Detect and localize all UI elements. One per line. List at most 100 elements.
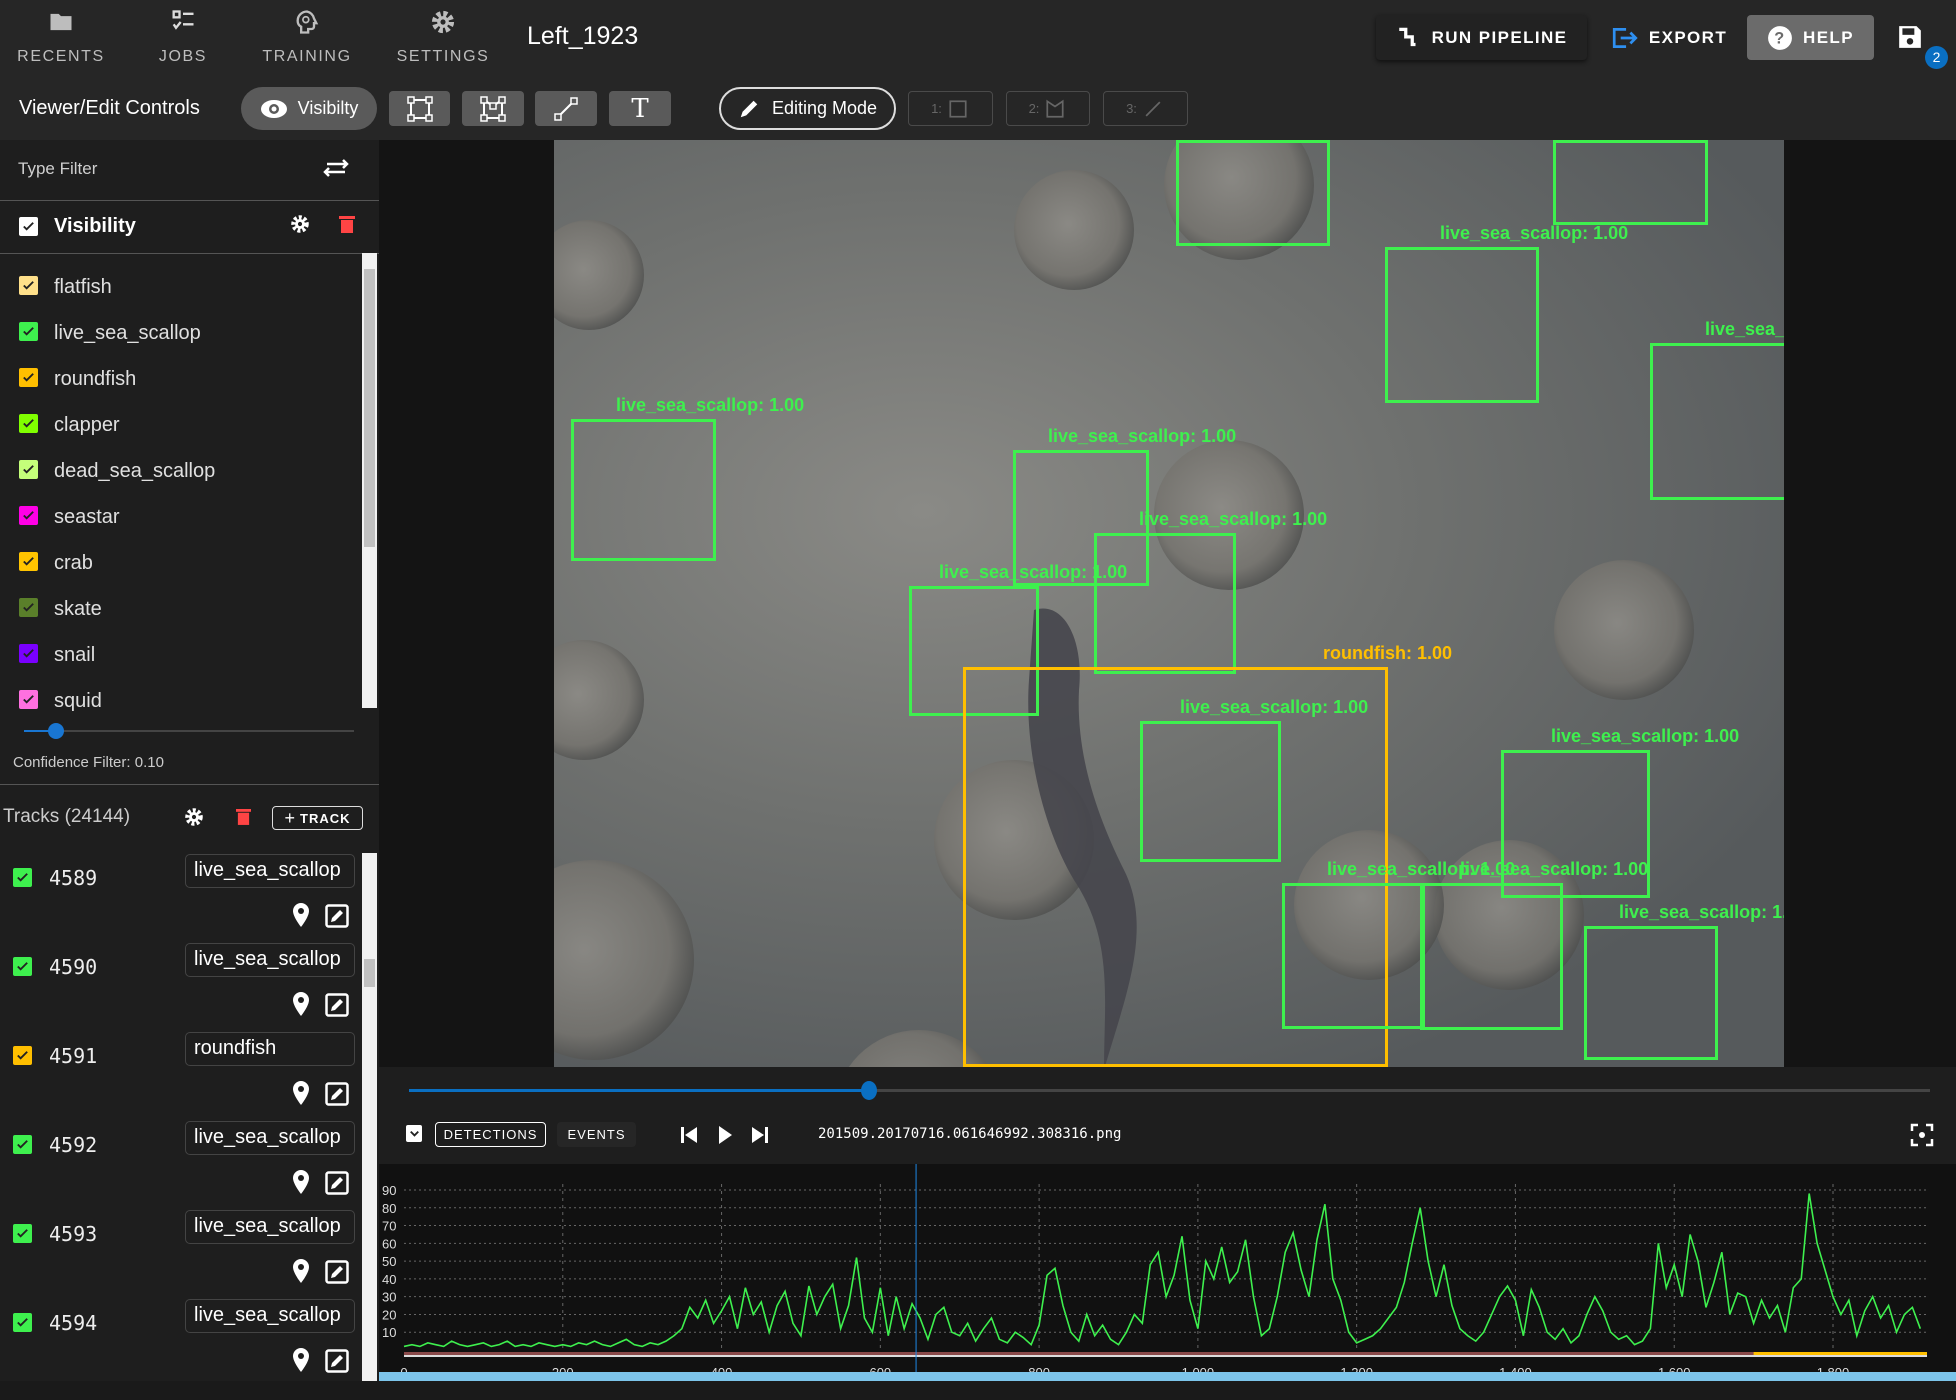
type-checkbox[interactable]: [19, 552, 38, 571]
edit-icon[interactable]: [325, 1260, 349, 1284]
edit-icon[interactable]: [325, 993, 349, 1017]
type-item-dead-sea-scallop[interactable]: dead_sea_scallop: [0, 452, 360, 492]
detection-box[interactable]: [1385, 247, 1539, 403]
detection-box[interactable]: [1584, 926, 1718, 1060]
type-item-live-sea-scallop[interactable]: live_sea_scallop: [0, 314, 360, 354]
help-button[interactable]: ? HELP: [1747, 15, 1874, 60]
editing-mode-button[interactable]: Editing Mode: [719, 87, 896, 130]
tab-detections[interactable]: DETECTIONS: [435, 1122, 546, 1147]
track-type-input[interactable]: live_sea_scallop: [185, 1210, 355, 1244]
type-item-roundfish[interactable]: roundfish: [0, 360, 360, 400]
type-item-skate[interactable]: skate: [0, 590, 360, 630]
track-row[interactable]: 4591 roundfish: [0, 1032, 360, 1133]
type-list-scrollbar[interactable]: [362, 253, 377, 708]
detection-box[interactable]: [1140, 721, 1281, 862]
polygon-tool-button[interactable]: [462, 91, 524, 126]
swap-icon[interactable]: [323, 158, 349, 178]
track-row[interactable]: 4593 live_sea_scallop: [0, 1210, 360, 1311]
edit-icon[interactable]: [325, 1082, 349, 1106]
edit-icon[interactable]: [325, 1171, 349, 1195]
type-item-flatfish[interactable]: flatfish: [0, 268, 360, 308]
track-checkbox[interactable]: [13, 1313, 32, 1332]
detection-box[interactable]: [1176, 140, 1330, 246]
rectangle-tool-button[interactable]: [389, 91, 450, 126]
location-pin-icon[interactable]: [292, 1080, 310, 1106]
image-viewer[interactable]: live_sea_scallop: 1.00 live_sea_scallop: …: [379, 140, 1956, 1067]
skip-next-icon[interactable]: [750, 1124, 770, 1146]
detection-box[interactable]: [1650, 343, 1784, 500]
type-item-clapper[interactable]: clapper: [0, 406, 360, 446]
location-pin-icon[interactable]: [292, 991, 310, 1017]
type-item-crab[interactable]: crab: [0, 544, 360, 584]
export-button[interactable]: EXPORT: [1609, 15, 1729, 60]
nav-settings[interactable]: SETTINGS: [388, 8, 498, 66]
type-checkbox[interactable]: [19, 322, 38, 341]
skip-previous-icon[interactable]: [679, 1124, 699, 1146]
detection-box[interactable]: [571, 419, 716, 561]
track-row[interactable]: 4590 live_sea_scallop: [0, 943, 360, 1044]
delete-icon[interactable]: [339, 214, 355, 234]
confidence-slider[interactable]: [24, 723, 354, 739]
play-icon[interactable]: [716, 1124, 734, 1146]
recent-type-1-button[interactable]: 1:: [908, 91, 993, 126]
save-icon[interactable]: [1897, 24, 1923, 50]
detection-box[interactable]: [1094, 533, 1236, 674]
frame-slider[interactable]: [409, 1081, 1930, 1100]
track-checkbox[interactable]: [13, 957, 32, 976]
edit-icon[interactable]: [325, 1349, 349, 1373]
edit-icon[interactable]: [325, 904, 349, 928]
type-checkbox[interactable]: [19, 598, 38, 617]
line-tool-button[interactable]: [535, 91, 597, 126]
slider-thumb[interactable]: [48, 723, 64, 739]
track-checkbox[interactable]: [13, 1224, 32, 1243]
run-pipeline-button[interactable]: RUN PIPELINE: [1376, 15, 1587, 60]
detection-box[interactable]: [1420, 883, 1563, 1030]
add-track-button[interactable]: + TRACK: [272, 806, 363, 830]
type-checkbox[interactable]: [19, 644, 38, 663]
type-checkbox[interactable]: [19, 460, 38, 479]
recent-type-3-button[interactable]: 3:: [1103, 91, 1188, 126]
frame-image[interactable]: live_sea_scallop: 1.00 live_sea_scallop: …: [554, 140, 1784, 1067]
type-checkbox[interactable]: [19, 690, 38, 709]
timeline-collapse-toggle[interactable]: [406, 1125, 422, 1142]
nav-jobs[interactable]: JOBS: [128, 8, 238, 66]
timeline-scroll-bar[interactable]: [379, 1372, 1956, 1381]
track-type-input[interactable]: live_sea_scallop: [185, 854, 355, 888]
delete-tracks-icon[interactable]: [236, 807, 251, 826]
type-checkbox[interactable]: [19, 276, 38, 295]
type-item-snail[interactable]: snail: [0, 636, 360, 676]
track-row[interactable]: 4592 live_sea_scallop: [0, 1121, 360, 1222]
track-checkbox[interactable]: [13, 1046, 32, 1065]
track-type-input[interactable]: live_sea_scallop: [185, 943, 355, 977]
track-type-input[interactable]: live_sea_scallop: [185, 1121, 355, 1155]
location-pin-icon[interactable]: [292, 1169, 310, 1195]
type-item-squid[interactable]: squid: [0, 682, 360, 722]
track-row[interactable]: 4589 live_sea_scallop: [0, 854, 360, 955]
track-type-input[interactable]: live_sea_scallop: [185, 1299, 355, 1333]
track-list-scrollbar[interactable]: [362, 853, 377, 1381]
text-tool-button[interactable]: T: [609, 91, 671, 126]
type-item-seastar[interactable]: seastar: [0, 498, 360, 538]
track-type-input[interactable]: roundfish: [185, 1032, 355, 1066]
detection-box[interactable]: [1282, 883, 1425, 1029]
track-row[interactable]: 4594 live_sea_scallop: [0, 1299, 360, 1400]
gear-icon[interactable]: [290, 214, 310, 234]
location-pin-icon[interactable]: [292, 1347, 310, 1373]
detection-count-chart[interactable]: 10203040506070809002004006008001,0001,20…: [379, 1164, 1956, 1381]
nav-training[interactable]: TRAINING: [252, 8, 362, 66]
tab-events[interactable]: EVENTS: [557, 1122, 636, 1147]
type-checkbox[interactable]: [19, 414, 38, 433]
nav-recents[interactable]: RECENTS: [6, 8, 116, 66]
detection-box[interactable]: [1553, 140, 1708, 225]
fit-to-screen-icon[interactable]: [1910, 1123, 1934, 1147]
visibility-toggle-button[interactable]: Visibilty: [241, 87, 377, 130]
location-pin-icon[interactable]: [292, 1258, 310, 1284]
location-pin-icon[interactable]: [292, 902, 310, 928]
type-checkbox[interactable]: [19, 506, 38, 525]
frame-slider-thumb[interactable]: [860, 1081, 877, 1100]
visibility-all-checkbox[interactable]: [19, 217, 38, 236]
track-settings-gear-icon[interactable]: [184, 807, 204, 827]
recent-type-2-button[interactable]: 2:: [1006, 91, 1090, 126]
track-checkbox[interactable]: [13, 1135, 32, 1154]
track-checkbox[interactable]: [13, 868, 32, 887]
